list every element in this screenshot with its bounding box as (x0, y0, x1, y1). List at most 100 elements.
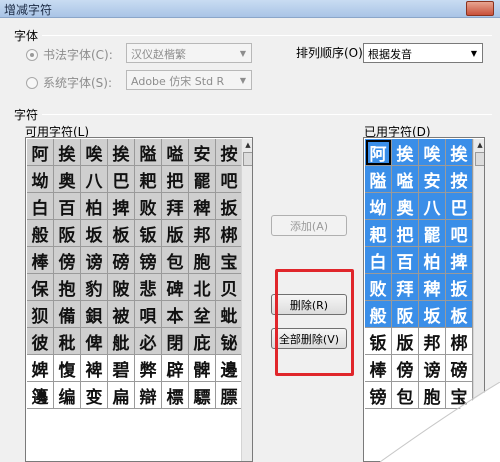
used-char-cell[interactable]: 梆 (446, 328, 473, 355)
available-char-cell[interactable]: 耙 (135, 166, 162, 193)
used-char-cell[interactable]: 巴 (446, 193, 473, 220)
used-char-cell[interactable]: 八 (419, 193, 446, 220)
used-char-cell[interactable]: 拜 (392, 274, 419, 301)
available-char-cell[interactable]: 拜 (162, 193, 189, 220)
available-char-cell[interactable]: 陂 (108, 274, 135, 301)
used-char-cell[interactable]: 罷 (419, 220, 446, 247)
used-char-cell[interactable]: 白 (365, 247, 392, 274)
order-select[interactable]: 根据发音 ▼ (363, 43, 483, 63)
used-char-cell[interactable]: 嗌 (392, 166, 419, 193)
available-char-cell[interactable]: 铋 (216, 328, 243, 355)
available-char-cell[interactable]: 婢 (27, 355, 54, 382)
available-char-cell[interactable]: 唄 (135, 301, 162, 328)
used-char-cell[interactable]: 阿 (365, 139, 392, 166)
available-char-cell[interactable]: 弊 (135, 355, 162, 382)
available-char-cell[interactable]: 蚍 (216, 301, 243, 328)
scroll-up-icon[interactable]: ▲ (474, 139, 484, 151)
used-char-cell[interactable]: 唉 (419, 139, 446, 166)
add-button[interactable]: 添加(A) (271, 215, 347, 236)
used-char-cell[interactable]: 坂 (419, 301, 446, 328)
used-char-cell[interactable]: 把 (392, 220, 419, 247)
available-char-cell[interactable]: 鋇 (81, 301, 108, 328)
available-char-cell[interactable]: 坂 (81, 220, 108, 247)
available-char-cell[interactable]: 坌 (189, 301, 216, 328)
available-char-cell[interactable]: 八 (81, 166, 108, 193)
available-char-cell[interactable]: 閉 (162, 328, 189, 355)
used-char-cell[interactable]: 奥 (392, 193, 419, 220)
available-char-cell[interactable]: 板 (108, 220, 135, 247)
used-char-cell[interactable]: 邦 (419, 328, 446, 355)
available-char-cell[interactable]: 傍 (54, 247, 81, 274)
available-char-cell[interactable]: 嗌 (162, 139, 189, 166)
available-char-cell[interactable]: 柏 (81, 193, 108, 220)
available-char-cell[interactable]: 挨 (108, 139, 135, 166)
used-char-cell[interactable]: 吧 (446, 220, 473, 247)
used-char-cell[interactable]: 耙 (365, 220, 392, 247)
used-char-cell[interactable]: 谤 (419, 355, 446, 382)
available-char-cell[interactable]: 坳 (27, 166, 54, 193)
available-char-cell[interactable]: 罷 (189, 166, 216, 193)
available-char-cell[interactable]: 舭 (108, 328, 135, 355)
used-char-cell[interactable]: 按 (446, 166, 473, 193)
available-char-cell[interactable]: 彼 (27, 328, 54, 355)
available-char-cell[interactable]: 宝 (216, 247, 243, 274)
used-char-cell[interactable]: 挨 (446, 139, 473, 166)
available-char-cell[interactable]: 髀 (189, 355, 216, 382)
available-char-cell[interactable]: 辟 (162, 355, 189, 382)
available-char-cell[interactable]: 唉 (81, 139, 108, 166)
available-char-cell[interactable]: 邊 (216, 355, 243, 382)
available-char-cell[interactable]: 钣 (135, 220, 162, 247)
available-char-cell[interactable]: 把 (162, 166, 189, 193)
available-char-cell[interactable]: 稗 (189, 193, 216, 220)
available-char-cell[interactable]: 秕 (54, 328, 81, 355)
available-char-cell[interactable]: 被 (108, 301, 135, 328)
used-char-cell[interactable]: 坳 (365, 193, 392, 220)
scroll-thumb[interactable] (243, 152, 252, 166)
available-char-cell[interactable]: 奥 (54, 166, 81, 193)
available-char-cell[interactable]: 膘 (216, 382, 243, 409)
available-char-cell[interactable]: 辯 (135, 382, 162, 409)
available-char-cell[interactable]: 籩 (27, 382, 54, 409)
available-char-cell[interactable]: 安 (189, 139, 216, 166)
used-char-cell[interactable]: 阪 (392, 301, 419, 328)
available-char-cell[interactable]: 镑 (135, 247, 162, 274)
available-char-cell[interactable]: 扳 (216, 193, 243, 220)
system-font-select[interactable]: Adobe 仿宋 Std R ▼ (126, 70, 252, 90)
available-char-cell[interactable]: 驃 (189, 382, 216, 409)
available-char-cell[interactable]: 按 (216, 139, 243, 166)
scroll-thumb[interactable] (475, 152, 484, 166)
available-char-cell[interactable]: 阿 (27, 139, 54, 166)
available-char-cell[interactable]: 保 (27, 274, 54, 301)
available-chars-grid[interactable]: 阿挨唉挨隘嗌安按坳奥八巴耙把罷吧白百柏捭败拜稗扳般阪坂板钣版邦梆棒傍谤磅镑包胞宝… (25, 137, 253, 462)
available-char-cell[interactable]: 必 (135, 328, 162, 355)
available-char-cell[interactable]: 败 (135, 193, 162, 220)
used-char-cell[interactable]: 板 (446, 301, 473, 328)
available-char-cell[interactable]: 阪 (54, 220, 81, 247)
available-char-cell[interactable]: 巴 (108, 166, 135, 193)
available-scrollbar[interactable]: ▲ (241, 139, 252, 461)
available-char-cell[interactable]: 包 (162, 247, 189, 274)
available-char-cell[interactable]: 狈 (27, 301, 54, 328)
available-char-cell[interactable]: 贝 (216, 274, 243, 301)
available-char-cell[interactable]: 抱 (54, 274, 81, 301)
available-char-cell[interactable]: 胞 (189, 247, 216, 274)
used-char-cell[interactable]: 磅 (446, 355, 473, 382)
used-char-cell[interactable]: 隘 (365, 166, 392, 193)
system-font-radio[interactable]: 系统字体(S): (26, 74, 112, 91)
used-char-cell[interactable]: 挨 (392, 139, 419, 166)
available-char-cell[interactable]: 俾 (81, 328, 108, 355)
used-char-cell[interactable]: 柏 (419, 247, 446, 274)
available-char-cell[interactable]: 庇 (189, 328, 216, 355)
available-char-cell[interactable]: 挨 (54, 139, 81, 166)
available-char-cell[interactable]: 白 (27, 193, 54, 220)
available-char-cell[interactable]: 碑 (162, 274, 189, 301)
available-char-cell[interactable]: 磅 (108, 247, 135, 274)
used-char-cell[interactable]: 扳 (446, 274, 473, 301)
available-char-cell[interactable]: 吧 (216, 166, 243, 193)
used-char-cell[interactable]: 稗 (419, 274, 446, 301)
available-char-cell[interactable]: 谤 (81, 247, 108, 274)
used-char-cell[interactable]: 棒 (365, 355, 392, 382)
used-char-cell[interactable]: 钣 (365, 328, 392, 355)
calligraphy-font-select[interactable]: 汉仪赵楷繁 ▼ (126, 43, 252, 63)
available-char-cell[interactable]: 隘 (135, 139, 162, 166)
